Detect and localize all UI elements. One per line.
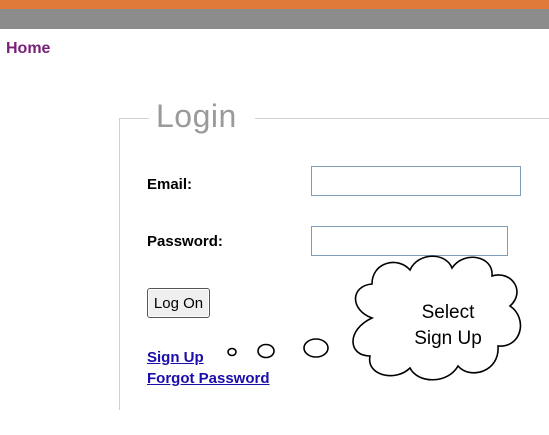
thought-dot-small — [227, 347, 237, 357]
password-field[interactable] — [311, 226, 508, 256]
fieldset-border — [255, 118, 549, 119]
sign-up-link[interactable]: Sign Up — [147, 349, 204, 366]
fieldset-border — [119, 118, 120, 410]
email-field[interactable] — [311, 166, 521, 196]
callout-line-1: Select — [421, 302, 475, 323]
header-accent-bar — [0, 0, 549, 9]
email-label: Email: — [147, 176, 193, 193]
header-bar — [0, 9, 549, 29]
login-legend: Login — [156, 98, 237, 134]
forgot-password-link[interactable]: Forgot Password — [147, 370, 270, 387]
log-on-button[interactable]: Log On — [147, 288, 210, 318]
thought-dot-medium — [257, 343, 275, 359]
thought-bubble-text: Select Sign Up — [388, 300, 508, 352]
password-label: Password: — [147, 233, 223, 250]
thought-dot-large — [303, 338, 329, 358]
callout-line-2: Sign Up — [414, 328, 482, 349]
home-link[interactable]: Home — [6, 40, 50, 58]
fieldset-border — [119, 118, 149, 119]
thought-bubble-callout — [227, 255, 522, 381]
